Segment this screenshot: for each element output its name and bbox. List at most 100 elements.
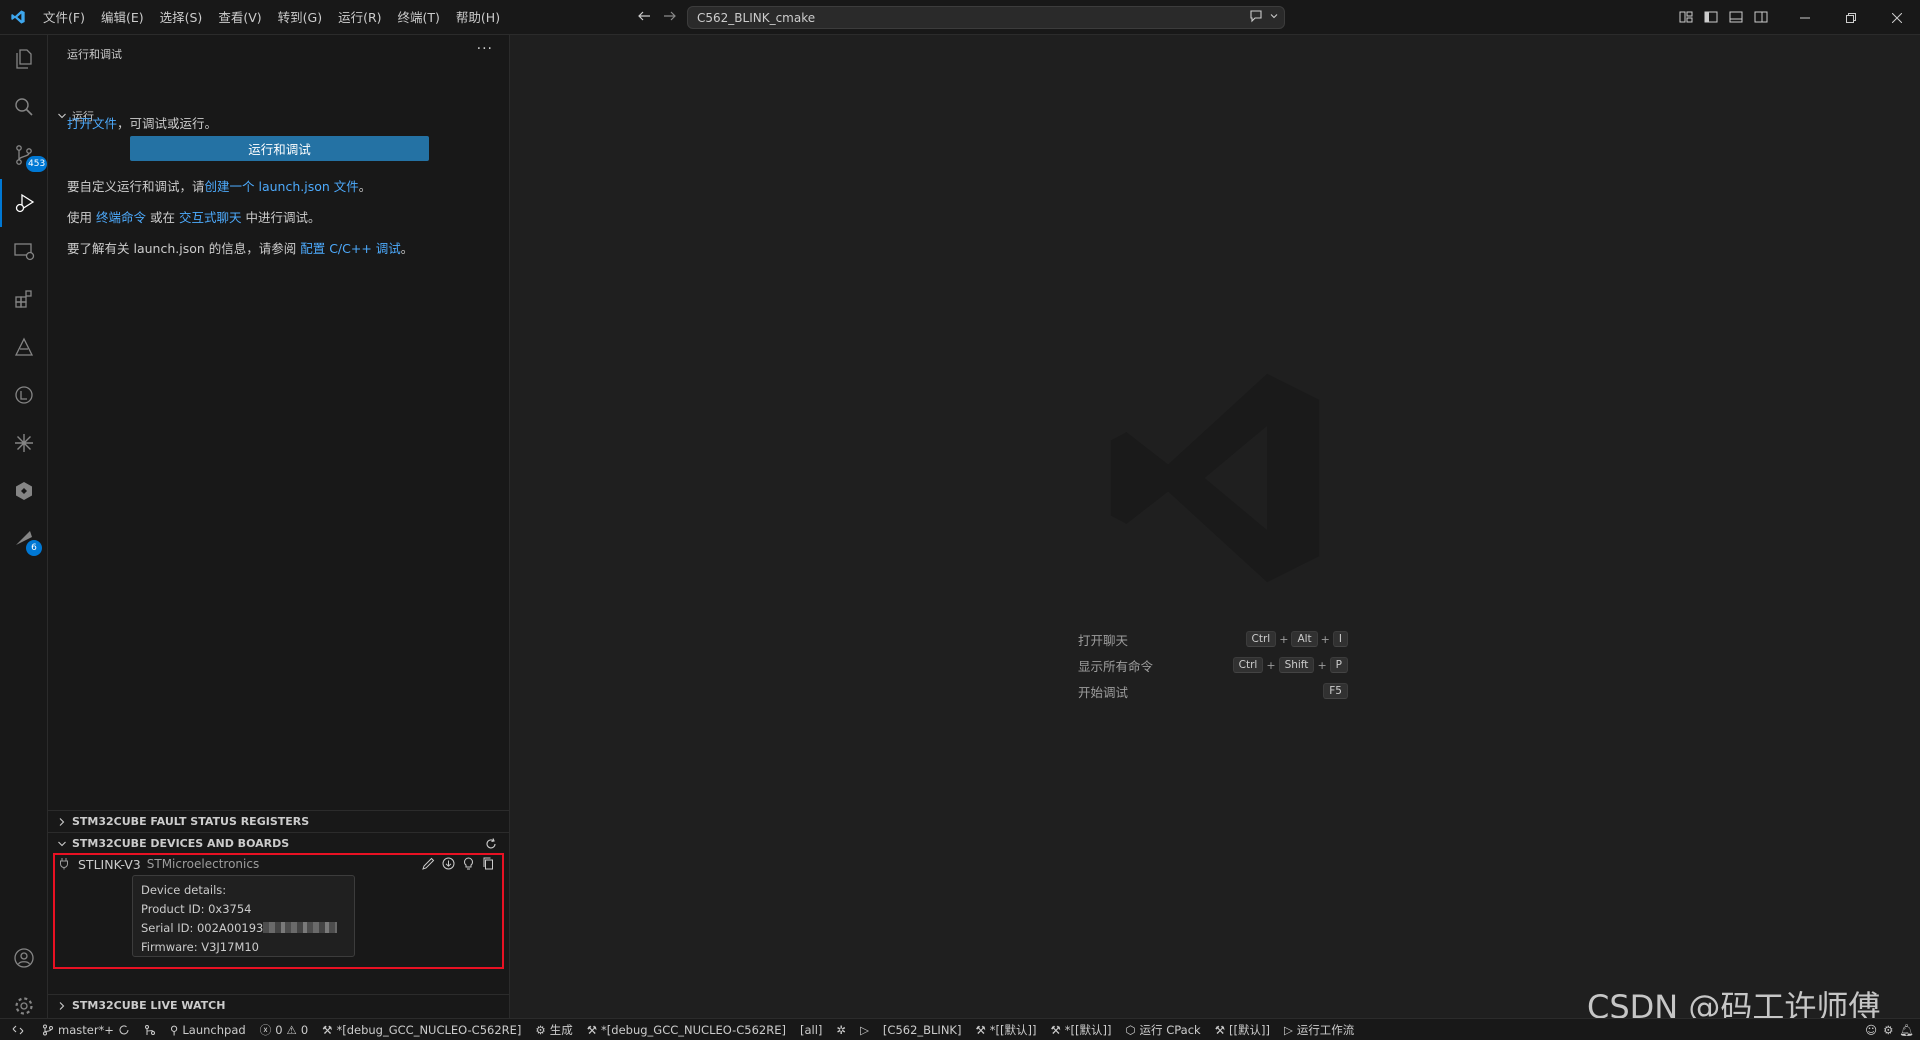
git-graph-button[interactable] [137,1019,163,1040]
shortcut-show-all-commands: 显示所有命令 Ctrl + Shift + P [1078,654,1348,676]
error-icon: ⓧ [259,1022,272,1037]
close-button[interactable] [1874,0,1920,35]
gear-icon: ⚙ [535,1022,546,1037]
interactive-chat-link[interactable]: 交互式聊天 [179,210,242,225]
debug-button[interactable]: ✲ [829,1019,853,1040]
launchpad-button[interactable]: ⚲ Launchpad [163,1019,253,1040]
restore-button[interactable] [1828,0,1874,35]
menu-file[interactable]: 文件(F) [35,0,93,35]
launch-target[interactable]: [C562_BLINK] [876,1019,969,1040]
launchpad-icon: ⚲ [169,1022,179,1037]
git-graph-icon [144,1024,155,1035]
key: Shift [1278,657,1315,673]
bug-icon: ✲ [836,1022,847,1037]
remote-explorer-icon[interactable] [0,227,48,275]
menu-run[interactable]: 运行(R) [330,0,389,35]
back-arrow-icon[interactable] [636,8,652,28]
package-preset[interactable]: ⚒ *[[默认]] [1043,1019,1118,1040]
status-right-items: ☺ ⚙ 🔔︎ [1865,1019,1914,1040]
minimize-button[interactable] [1782,0,1828,35]
stm32-ai-icon[interactable] [0,323,48,371]
learn-suffix: 。 [400,241,414,256]
menu-selection[interactable]: 选择(S) [152,0,211,35]
cmake-configure-preset[interactable]: ⚒ *[debug_GCC_NUCLEO-C562RE] [315,1019,528,1040]
learn-line: 要了解有关 launch.json 的信息，请参阅 配置 C/C++ 调试。 [67,238,413,257]
shortcut-label: 开始调试 [1078,684,1129,700]
create-launch-json-link[interactable]: 创建一个 launch.json 文件 [205,179,359,194]
play-icon: ▷ [860,1022,869,1037]
cmake-tools-icon[interactable] [0,371,48,419]
explorer-icon[interactable] [0,35,48,83]
launch-target-label: [C562_BLINK] [882,1022,962,1037]
shortcut-keys: Ctrl + Alt + I [1245,631,1348,647]
customize-layout-icon[interactable] [1678,9,1694,29]
refresh-icon[interactable] [484,837,498,854]
build-label: 生成 [549,1022,573,1037]
use-terminal-line: 使用 终端命令 或在 交互式聊天 中进行调试。 [67,207,320,226]
account-icon[interactable] [0,934,48,982]
copilot-icon[interactable]: ☺ [1865,1023,1877,1037]
remote-indicator-button[interactable] [0,1019,35,1040]
run-debug-icon[interactable] [0,179,48,227]
test-preset-label: *[[默认]] [989,1022,1037,1037]
live-watch-section-header[interactable]: STM32CUBE LIVE WATCH [48,994,510,1016]
branch-name: master*+ [58,1022,114,1037]
workflow-preset[interactable]: ⚒ [[默认]] [1208,1019,1277,1040]
key: Ctrl [1232,657,1264,673]
chevron-down-icon[interactable] [1268,10,1280,25]
open-file-link[interactable]: 打开文件 [67,116,117,131]
run-and-debug-button[interactable]: 运行和调试 [130,136,429,161]
stm32cube-icon[interactable]: 6 [0,515,48,563]
error-count: 0 [275,1022,283,1037]
menu-go[interactable]: 转到(G) [270,0,330,35]
run-debug-sidebar: 运行和调试 ··· 运行 打开文件，可调试或运行。 运行和调试 要自定义运行和调… [48,35,510,1018]
key: F5 [1323,683,1348,699]
customize-text: 要自定义运行和调试，请 [67,179,205,194]
toggle-secondary-sidebar-icon[interactable] [1753,9,1769,29]
more-actions-icon[interactable]: ··· [477,41,493,57]
menu-view[interactable]: 查看(V) [210,0,269,35]
toggle-panel-icon[interactable] [1728,9,1744,29]
forward-arrow-icon[interactable] [662,8,678,28]
cmake-build-button[interactable]: ⚙ 生成 [528,1019,579,1040]
menu-help[interactable]: 帮助(H) [448,0,508,35]
open-file-text: ，可调试或运行。 [117,116,218,131]
run-cpack-button[interactable]: ⬡ 运行 CPack [1119,1019,1208,1040]
menu-edit[interactable]: 编辑(E) [93,0,152,35]
fault-registers-title: STM32CUBE FAULT STATUS REGISTERS [72,815,310,828]
devices-boards-title: STM32CUBE DEVICES AND BOARDS [72,837,290,850]
fault-registers-section-header[interactable]: STM32CUBE FAULT STATUS REGISTERS [48,810,510,832]
command-center-search[interactable]: C562_BLINK_cmake [687,6,1285,29]
package-icon[interactable] [0,467,48,515]
build-target-label: [all] [800,1022,823,1037]
test-preset[interactable]: ⚒ *[[默认]] [968,1019,1043,1040]
run-button[interactable]: ▷ [853,1019,876,1040]
use-suffix: 中进行调试。 [241,210,321,225]
build-target[interactable]: [all] [793,1019,829,1040]
settings-sync-icon[interactable]: ⚙ [1883,1023,1893,1037]
extensions-icon[interactable] [0,275,48,323]
shortcut-keys: F5 [1323,683,1348,699]
sync-icon [119,1024,129,1034]
search-icon[interactable] [0,83,48,131]
toggle-primary-sidebar-icon[interactable] [1703,9,1719,29]
branch-status[interactable]: master*+ [35,1019,137,1040]
notifications-bell-icon[interactable]: 🔔︎ [1899,1023,1914,1037]
problems-status[interactable]: ⓧ 0 ⚠ 0 [253,1019,315,1040]
configure-cpp-debug-link[interactable]: 配置 C/C++ 调试 [300,241,401,256]
activity-bar: 453 6 [0,35,48,1018]
devices-boards-section-header[interactable]: STM32CUBE DEVICES AND BOARDS [48,832,510,854]
source-control-icon[interactable]: 453 [0,131,48,179]
menu-terminal[interactable]: 终端(T) [390,0,448,35]
asterisk-icon[interactable] [0,419,48,467]
cmake-build-preset[interactable]: ⚒ *[debug_GCC_NUCLEO-C562RE] [580,1019,793,1040]
shortcut-keys: Ctrl + Shift + P [1232,657,1348,673]
terminal-command-link[interactable]: 终端命令 [96,210,146,225]
chat-icon[interactable] [1248,9,1264,26]
or-text: 或在 [146,210,179,225]
launchpad-label: Launchpad [182,1022,246,1037]
chevron-right-icon [52,817,72,827]
customize-suffix: 。 [358,179,372,194]
run-workflow-button[interactable]: ▷ 运行工作流 [1277,1019,1361,1040]
tools-icon: ⚒ [1214,1022,1225,1037]
